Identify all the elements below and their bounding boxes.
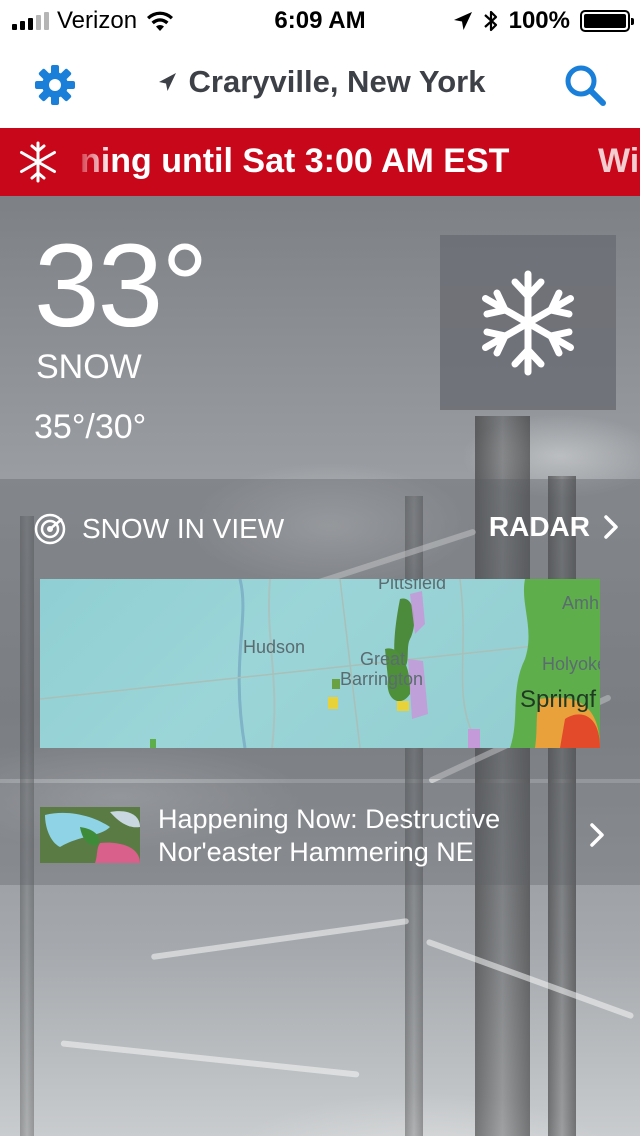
search-icon[interactable]: [560, 60, 610, 110]
condition-icon-tile: [440, 235, 616, 410]
alert-ticker-text: ning until Sat 3:00 AM EST: [80, 142, 510, 180]
location-arrow-icon: [158, 73, 176, 91]
navigation-bar: Craryville, New York: [0, 40, 640, 128]
radar-link-label: RADAR: [488, 511, 590, 542]
battery-icon: [580, 10, 634, 32]
news-headline-line1: Happening Now: Destructive: [158, 804, 501, 834]
chevron-right-icon: [604, 515, 618, 539]
radar-icon: [34, 513, 66, 545]
high-low-temperature: 35°/30°: [34, 408, 147, 446]
weather-alert-banner[interactable]: ning until Sat 3:00 AM EST Wi: [0, 128, 640, 196]
location-name: Craryville, New York: [188, 64, 486, 99]
radar-title: SNOW IN VIEW: [82, 513, 285, 544]
map-label-hudson: Hudson: [243, 637, 306, 657]
radar-header: SNOW IN VIEW RADAR: [0, 479, 640, 579]
location-title[interactable]: Craryville, New York: [0, 64, 640, 100]
chevron-right-icon: [590, 823, 604, 847]
map-label-springfield: Springf: [520, 686, 597, 713]
weather-screen: Verizon 6:09 AM 100% Craryville, New Yor…: [0, 0, 640, 1136]
radar-link[interactable]: RADAR: [489, 511, 618, 543]
map-label-great: Great: [360, 649, 406, 669]
map-label-barrington: Barrington: [340, 669, 424, 689]
snowflake-icon: [20, 141, 56, 183]
radar-map-graphic: [40, 579, 600, 748]
battery-percent: 100%: [508, 7, 570, 34]
alert-ticker-next: Wi: [598, 142, 640, 180]
current-condition: SNOW: [36, 348, 142, 386]
snowflake-icon: [482, 270, 574, 375]
map-label-amherst: Amh: [562, 593, 600, 613]
radar-map[interactable]: Pittsfield Hudson Great Barrington Holyo…: [40, 579, 600, 748]
news-story-card[interactable]: Happening Now: Destructive Nor'easter Ha…: [0, 783, 640, 885]
news-headline-line2: Nor'easter Hammering NE: [158, 837, 474, 867]
status-bar: Verizon 6:09 AM 100%: [0, 0, 640, 40]
map-label-holyoke: Holyoke: [542, 654, 600, 674]
status-right: 100%: [453, 7, 634, 35]
current-temperature: 33°: [34, 220, 208, 352]
news-thumbnail: [40, 807, 140, 863]
map-label-pittsfield: Pittsfield: [378, 579, 447, 593]
bluetooth-icon: [483, 10, 497, 32]
news-headline: Happening Now: Destructive Nor'easter Ha…: [158, 803, 568, 869]
location-services-icon: [453, 12, 472, 30]
